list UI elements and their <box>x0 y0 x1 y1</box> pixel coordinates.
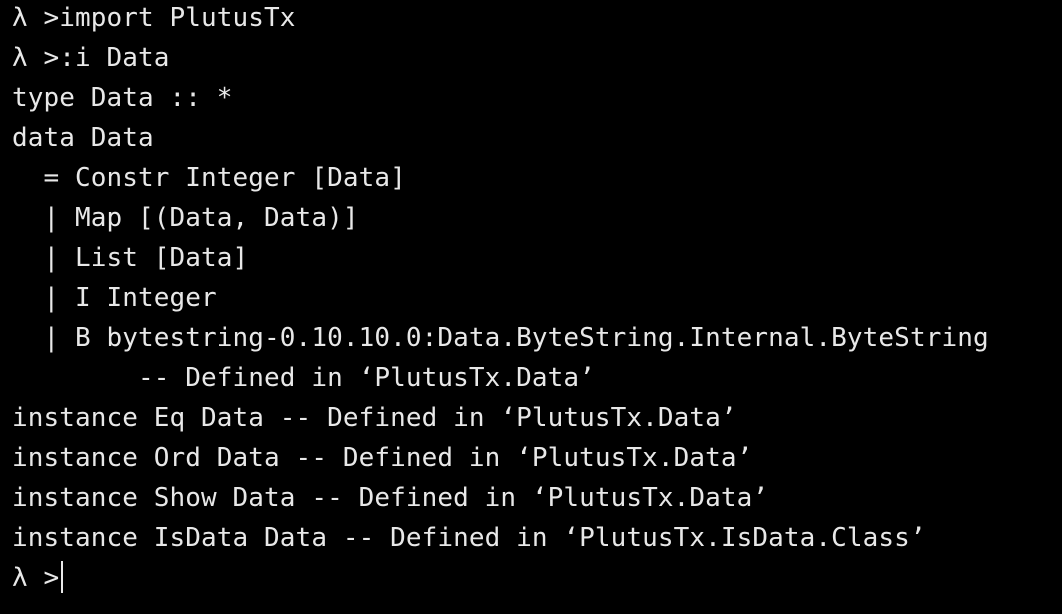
prompt-line[interactable]: λ > <box>0 558 1062 598</box>
terminal-line: | B bytestring-0.10.10.0:Data.ByteString… <box>12 323 989 353</box>
terminal-line: type Data :: * <box>12 83 233 113</box>
terminal-line: | I Integer <box>12 283 217 313</box>
terminal-window[interactable]: λ >import PlutusTx λ >:i Data type Data … <box>0 0 1062 612</box>
terminal-line: -- Defined in ‘PlutusTx.Data’ <box>12 363 595 393</box>
terminal-line: = Constr Integer [Data] <box>12 163 406 193</box>
terminal-line: instance Ord Data -- Defined in ‘PlutusT… <box>12 443 753 473</box>
terminal-line: data Data <box>12 123 154 153</box>
terminal-line: instance Eq Data -- Defined in ‘PlutusTx… <box>12 403 737 433</box>
terminal-line: instance IsData Data -- Defined in ‘Plut… <box>12 523 926 553</box>
terminal-line: λ >import PlutusTx <box>12 3 296 33</box>
terminal-line: | Map [(Data, Data)] <box>12 203 359 233</box>
terminal-output: λ >import PlutusTx λ >:i Data type Data … <box>0 0 1062 598</box>
terminal-line: λ >:i Data <box>12 43 170 73</box>
prompt: λ > <box>12 563 60 593</box>
terminal-line: instance Show Data -- Defined in ‘Plutus… <box>12 483 769 513</box>
terminal-line: | List [Data] <box>12 243 249 273</box>
text-cursor <box>61 560 64 593</box>
